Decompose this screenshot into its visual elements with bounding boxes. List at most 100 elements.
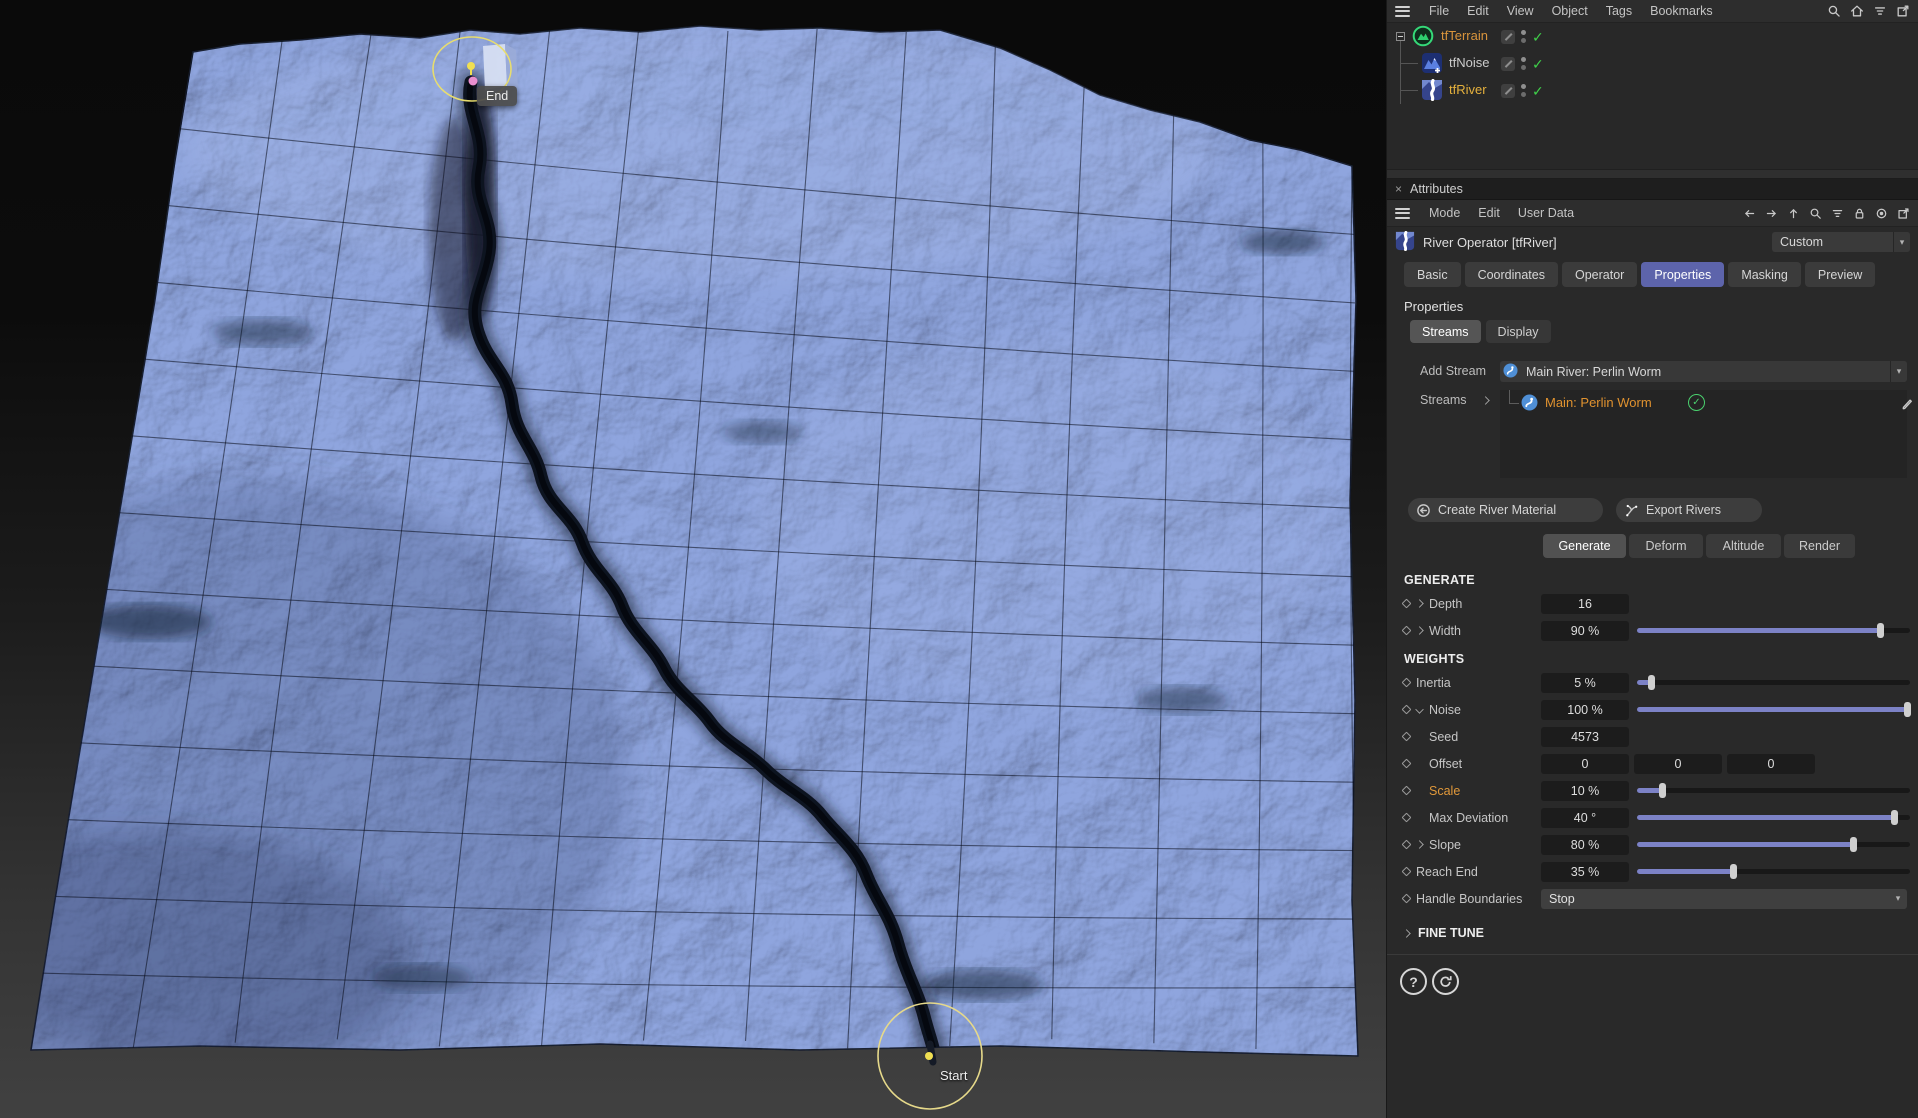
keyframe-diamond-icon[interactable] [1402,813,1412,823]
chevron-right-icon[interactable] [1415,840,1423,848]
keyframe-diamond-icon[interactable] [1402,786,1412,796]
chevron-right-icon[interactable] [1481,396,1489,404]
param-slider[interactable] [1637,869,1910,874]
chevron-right-icon[interactable] [1415,599,1423,607]
keyframe-diamond-icon[interactable] [1402,867,1412,877]
viewport-3d[interactable]: End Start [0,0,1386,1118]
keyframe-diamond-icon[interactable] [1402,678,1412,688]
fine-tune-section-header[interactable]: FINE TUNE [1387,920,1918,946]
keyframe-diamond-icon[interactable] [1402,759,1412,769]
action-tab-render[interactable]: Render [1784,534,1855,558]
add-stream-dropdown[interactable]: Main River: Perlin Worm ▾ [1500,361,1907,382]
param-value-field[interactable]: 40 ° [1541,808,1629,828]
attr-menu-item-mode[interactable]: Mode [1420,206,1469,220]
param-value-field[interactable]: 0 [1727,754,1815,774]
param-value-field[interactable]: 100 % [1541,700,1629,720]
close-icon[interactable]: × [1395,182,1402,196]
hamburger-menu-icon[interactable] [1395,208,1410,219]
visibility-dots-icon[interactable] [1521,30,1526,43]
home-icon[interactable] [1850,4,1864,18]
param-slider[interactable] [1637,788,1910,793]
edit-pencil-icon[interactable] [1900,397,1915,415]
stream-item-main-perlin-worm[interactable]: Main: Perlin Worm✓ [1500,390,1907,416]
param-slider[interactable] [1637,680,1910,685]
param-slider[interactable] [1637,842,1910,847]
refresh-icon[interactable] [1432,968,1459,995]
menu-item-object[interactable]: Object [1543,4,1597,18]
stream-enabled-check-icon[interactable]: ✓ [1688,394,1705,411]
subtab-streams[interactable]: Streams [1410,320,1481,343]
object-row-tfriver[interactable]: tfRiver✓ [1387,77,1918,104]
target-icon[interactable] [1875,207,1888,220]
keyframe-diamond-icon[interactable] [1402,894,1412,904]
param-value-field[interactable]: 35 % [1541,862,1629,882]
tab-preview[interactable]: Preview [1805,262,1875,287]
param-dropdown[interactable]: Stop▾ [1541,889,1907,909]
popout-icon[interactable] [1896,4,1910,18]
slider-handle[interactable] [1659,783,1666,798]
chevron-down-icon[interactable]: ▾ [1893,232,1910,252]
action-tab-deform[interactable]: Deform [1629,534,1703,558]
tab-operator[interactable]: Operator [1562,262,1637,287]
object-row-tfnoise[interactable]: tfNoise✓ [1387,50,1918,77]
slider-handle[interactable] [1877,623,1884,638]
slider-handle[interactable] [1730,864,1737,879]
slider-handle[interactable] [1904,702,1911,717]
menu-item-edit[interactable]: Edit [1458,4,1498,18]
subtab-display[interactable]: Display [1486,320,1551,343]
forward-icon[interactable] [1765,207,1778,220]
menu-item-bookmarks[interactable]: Bookmarks [1641,4,1722,18]
param-value-field[interactable]: 0 [1541,754,1629,774]
lock-icon[interactable] [1853,207,1866,220]
slider-handle[interactable] [1891,810,1898,825]
chevron-down-icon[interactable] [1415,705,1423,713]
keyframe-diamond-icon[interactable] [1402,705,1412,715]
create-river-material-button[interactable]: Create River Material [1408,498,1603,522]
menu-item-tags[interactable]: Tags [1597,4,1641,18]
param-value-field[interactable]: 5 % [1541,673,1629,693]
param-slider[interactable] [1637,815,1910,820]
edit-toggle-icon[interactable] [1501,84,1515,98]
back-icon[interactable] [1743,207,1756,220]
param-value-field[interactable]: 16 [1541,594,1629,614]
chevron-down-icon[interactable]: ▾ [1890,361,1907,382]
export-rivers-button[interactable]: Export Rivers [1616,498,1762,522]
param-value-field[interactable]: 80 % [1541,835,1629,855]
enabled-check-icon[interactable]: ✓ [1532,57,1544,71]
object-row-tfterrain[interactable]: tfTerrain✓ [1387,23,1918,50]
slider-handle[interactable] [1648,675,1655,690]
filter-icon[interactable] [1873,4,1887,18]
keyframe-diamond-icon[interactable] [1402,626,1412,636]
visibility-dots-icon[interactable] [1521,84,1526,97]
keyframe-diamond-icon[interactable] [1402,599,1412,609]
collapse-toggle-icon[interactable] [1396,32,1405,41]
slider-handle[interactable] [1850,837,1857,852]
action-tab-altitude[interactable]: Altitude [1706,534,1781,558]
keyframe-diamond-icon[interactable] [1402,732,1412,742]
panel-splitter[interactable] [1387,169,1918,179]
param-slider[interactable] [1637,628,1910,633]
chevron-down-icon[interactable]: ▾ [1889,893,1907,904]
keyframe-diamond-icon[interactable] [1402,840,1412,850]
search-icon[interactable] [1809,207,1822,220]
attr-menu-item-edit[interactable]: Edit [1469,206,1509,220]
edit-toggle-icon[interactable] [1501,57,1515,71]
chevron-right-icon[interactable] [1415,626,1423,634]
menu-item-view[interactable]: View [1498,4,1543,18]
action-tab-generate[interactable]: Generate [1543,534,1626,558]
edit-pencil-icon[interactable] [1900,397,1915,412]
help-icon[interactable]: ? [1400,968,1427,995]
edit-toggle-icon[interactable] [1501,30,1515,44]
enabled-check-icon[interactable]: ✓ [1532,30,1544,44]
param-value-field[interactable]: 90 % [1541,621,1629,641]
tab-basic[interactable]: Basic [1404,262,1461,287]
param-slider[interactable] [1637,707,1910,712]
menu-item-file[interactable]: File [1420,4,1458,18]
visibility-dots-icon[interactable] [1521,57,1526,70]
filter-icon[interactable] [1831,207,1844,220]
preset-dropdown[interactable]: Custom ▾ [1772,232,1910,252]
tab-coordinates[interactable]: Coordinates [1465,262,1558,287]
param-value-field[interactable]: 0 [1634,754,1722,774]
param-value-field[interactable]: 4573 [1541,727,1629,747]
search-icon[interactable] [1827,4,1841,18]
